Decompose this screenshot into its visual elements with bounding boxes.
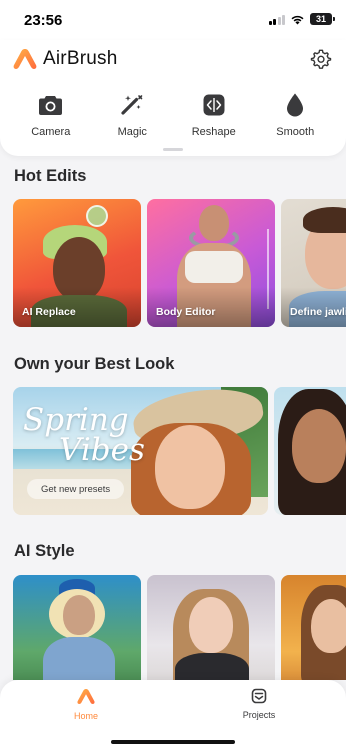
airbrush-home-icon bbox=[77, 689, 95, 704]
portrait-face bbox=[189, 597, 233, 653]
portrait-body bbox=[43, 637, 115, 680]
airbrush-logo-icon bbox=[13, 49, 37, 69]
banner-title: Spring Vibes bbox=[23, 405, 153, 468]
app-name: AirBrush bbox=[43, 48, 118, 69]
spring-vibes-banner[interactable]: Spring Vibes Get new presets bbox=[13, 387, 268, 515]
portrait-body bbox=[175, 653, 249, 680]
status-time: 23:56 bbox=[24, 12, 63, 29]
droplet-icon bbox=[282, 92, 308, 118]
projects-icon bbox=[251, 688, 267, 704]
portrait-face bbox=[292, 409, 346, 483]
battery-level: 31 bbox=[315, 14, 326, 24]
card-label: Body Editor bbox=[156, 306, 216, 318]
portrait-face bbox=[311, 599, 346, 653]
status-icons: 31 bbox=[268, 13, 335, 25]
battery-indicator: 31 bbox=[310, 13, 335, 25]
tool-camera[interactable]: Camera bbox=[13, 92, 89, 138]
tool-label: Camera bbox=[31, 126, 71, 138]
magic-wand-icon bbox=[119, 92, 145, 118]
tool-bar: Camera Magic Reshape Smooth bbox=[0, 92, 346, 138]
wifi-icon bbox=[291, 15, 304, 24]
tool-reshape[interactable]: Reshape bbox=[176, 92, 252, 138]
ai-style-card-1[interactable] bbox=[13, 575, 141, 680]
section-title-ai-style: AI Style bbox=[14, 542, 75, 560]
nav-label: Home bbox=[73, 711, 98, 721]
reshape-icon bbox=[201, 92, 227, 118]
section-title-hot-edits: Hot Edits bbox=[14, 167, 87, 185]
drag-handle[interactable] bbox=[163, 148, 183, 151]
tool-label: Smooth bbox=[276, 126, 315, 138]
card-label: Define jawline bbox=[290, 306, 346, 318]
section-title-best-look: Own your Best Look bbox=[14, 355, 175, 373]
get-new-presets-button[interactable]: Get new presets bbox=[27, 479, 125, 499]
nav-home[interactable]: Home bbox=[46, 688, 126, 721]
hair-shape bbox=[303, 207, 346, 233]
hot-edits-carousel[interactable]: AI Replace Body Editor Define jawline bbox=[0, 199, 346, 327]
brand: AirBrush bbox=[13, 48, 117, 70]
best-look-carousel[interactable]: Spring Vibes Get new presets bbox=[0, 387, 346, 515]
ai-style-carousel[interactable] bbox=[0, 575, 346, 680]
hot-edit-card-define-jawline[interactable]: Define jawline bbox=[281, 199, 346, 327]
settings-gear-icon[interactable] bbox=[310, 48, 332, 70]
tool-smooth[interactable]: Smooth bbox=[257, 92, 333, 138]
camera-icon bbox=[38, 92, 64, 118]
ai-style-card-2[interactable] bbox=[147, 575, 275, 680]
hot-edit-card-ai-replace[interactable]: AI Replace bbox=[13, 199, 141, 327]
portrait-face bbox=[63, 595, 95, 635]
magic-circle-icon bbox=[86, 205, 108, 227]
tool-label: Reshape bbox=[191, 126, 236, 138]
header-card: AirBrush Camera Magic Reshape Smooth bbox=[0, 40, 346, 156]
top-garment bbox=[185, 251, 243, 283]
portrait-face bbox=[155, 425, 225, 509]
nav-label: Projects bbox=[242, 710, 276, 720]
card-label: AI Replace bbox=[22, 306, 76, 318]
ai-style-card-3[interactable] bbox=[281, 575, 346, 680]
nav-projects[interactable]: Projects bbox=[219, 688, 299, 720]
home-indicator[interactable] bbox=[111, 740, 235, 744]
tool-magic[interactable]: Magic bbox=[94, 92, 170, 138]
hot-edit-card-body-editor[interactable]: Body Editor bbox=[147, 199, 275, 327]
tool-label: Magic bbox=[117, 126, 147, 138]
banner-title-line2: Vibes bbox=[59, 432, 145, 468]
next-look-banner[interactable] bbox=[274, 387, 346, 515]
status-bar: 23:56 31 bbox=[0, 0, 346, 40]
cellular-signal-icon bbox=[268, 14, 285, 25]
